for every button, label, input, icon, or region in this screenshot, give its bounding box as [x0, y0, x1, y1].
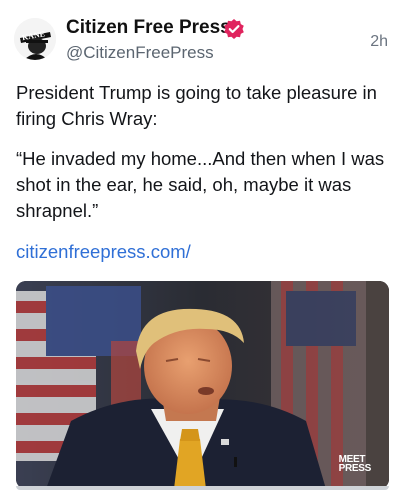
verified-badge-icon: [224, 19, 244, 39]
post-text-quote: “He invaded my home...And then when I wa…: [16, 148, 385, 221]
kane-avatar-icon: KANE: [14, 18, 56, 60]
user-handle[interactable]: @CitizenFreePress: [66, 43, 214, 63]
post-card[interactable]: KANE Citizen Free Press @CitizenFreePres…: [0, 0, 405, 500]
meet-the-press-logo: MEET PRESS: [338, 454, 372, 474]
video-thumbnail[interactable]: MEET PRESS: [16, 281, 389, 489]
post-link[interactable]: citizenfreepress.com/: [16, 241, 191, 263]
display-name[interactable]: Citizen Free Press: [66, 17, 231, 39]
video-progress-bar[interactable]: [16, 486, 389, 490]
post-text-intro: President Trump is going to take pleasur…: [16, 82, 377, 129]
avatar[interactable]: KANE: [14, 18, 56, 60]
video-frame-illustration: [16, 281, 389, 489]
post-timestamp[interactable]: 2h: [370, 33, 388, 51]
